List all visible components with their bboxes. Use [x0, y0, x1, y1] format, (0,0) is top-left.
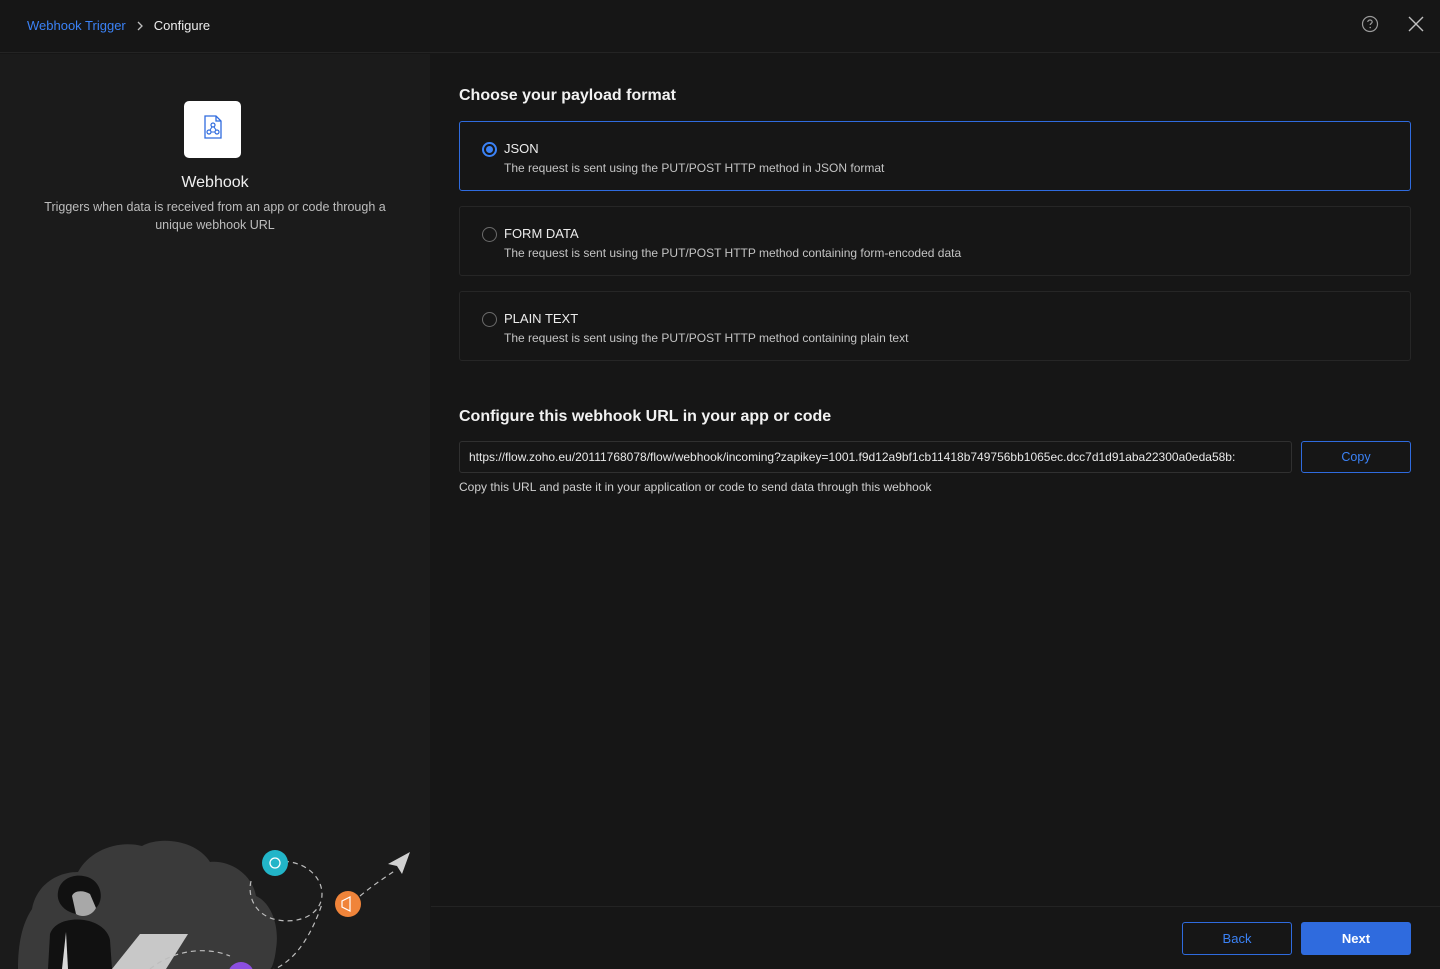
- chevron-right-icon: [136, 21, 144, 31]
- top-header: Webhook Trigger Configure: [0, 0, 1440, 53]
- back-button[interactable]: Back: [1182, 922, 1292, 955]
- copy-button[interactable]: Copy: [1301, 441, 1411, 473]
- json-description: The request is sent using the PUT/POST H…: [504, 161, 885, 175]
- plain-text-label: PLAIN TEXT: [504, 311, 579, 326]
- json-label: JSON: [504, 141, 539, 156]
- breadcrumb-configure: Configure: [153, 18, 211, 33]
- payload-option-form-data[interactable]: FORM DATA The request is sent using the …: [459, 206, 1411, 276]
- right-panel: Choose your payload format JSON The requ…: [431, 54, 1440, 969]
- webhook-url-help: Copy this URL and paste it in your appli…: [459, 480, 932, 494]
- webhook-app-tile: [184, 101, 241, 158]
- breadcrumb-webhook-trigger-link[interactable]: Webhook Trigger: [27, 18, 126, 33]
- form-data-radio[interactable]: [482, 227, 497, 242]
- left-panel: Webhook Triggers when data is received f…: [0, 54, 430, 969]
- webhook-url-field[interactable]: https://flow.zoho.eu/20111768078/flow/we…: [459, 441, 1292, 473]
- webhook-icon: [201, 114, 225, 145]
- next-button[interactable]: Next: [1301, 922, 1411, 955]
- help-icon[interactable]: [1360, 14, 1380, 34]
- payload-option-json[interactable]: JSON The request is sent using the PUT/P…: [459, 121, 1411, 191]
- app-name: Webhook: [181, 174, 249, 191]
- plain-text-description: The request is sent using the PUT/POST H…: [504, 331, 909, 345]
- webhook-url-title: Configure this webhook URL in your app o…: [459, 408, 832, 425]
- breadcrumb: Webhook Trigger Configure: [27, 18, 210, 33]
- payload-format-title: Choose your payload format: [459, 87, 676, 104]
- app-description: Triggers when data is received from an a…: [44, 200, 386, 232]
- plain-text-radio[interactable]: [482, 312, 497, 327]
- form-data-description: The request is sent using the PUT/POST H…: [504, 246, 962, 260]
- payload-option-plain-text[interactable]: PLAIN TEXT The request is sent using the…: [459, 291, 1411, 361]
- close-icon[interactable]: [1406, 14, 1426, 34]
- form-data-label: FORM DATA: [504, 226, 579, 241]
- workflow-illustration: [18, 840, 410, 969]
- footer: Back Next: [431, 906, 1440, 969]
- json-radio[interactable]: [482, 142, 497, 157]
